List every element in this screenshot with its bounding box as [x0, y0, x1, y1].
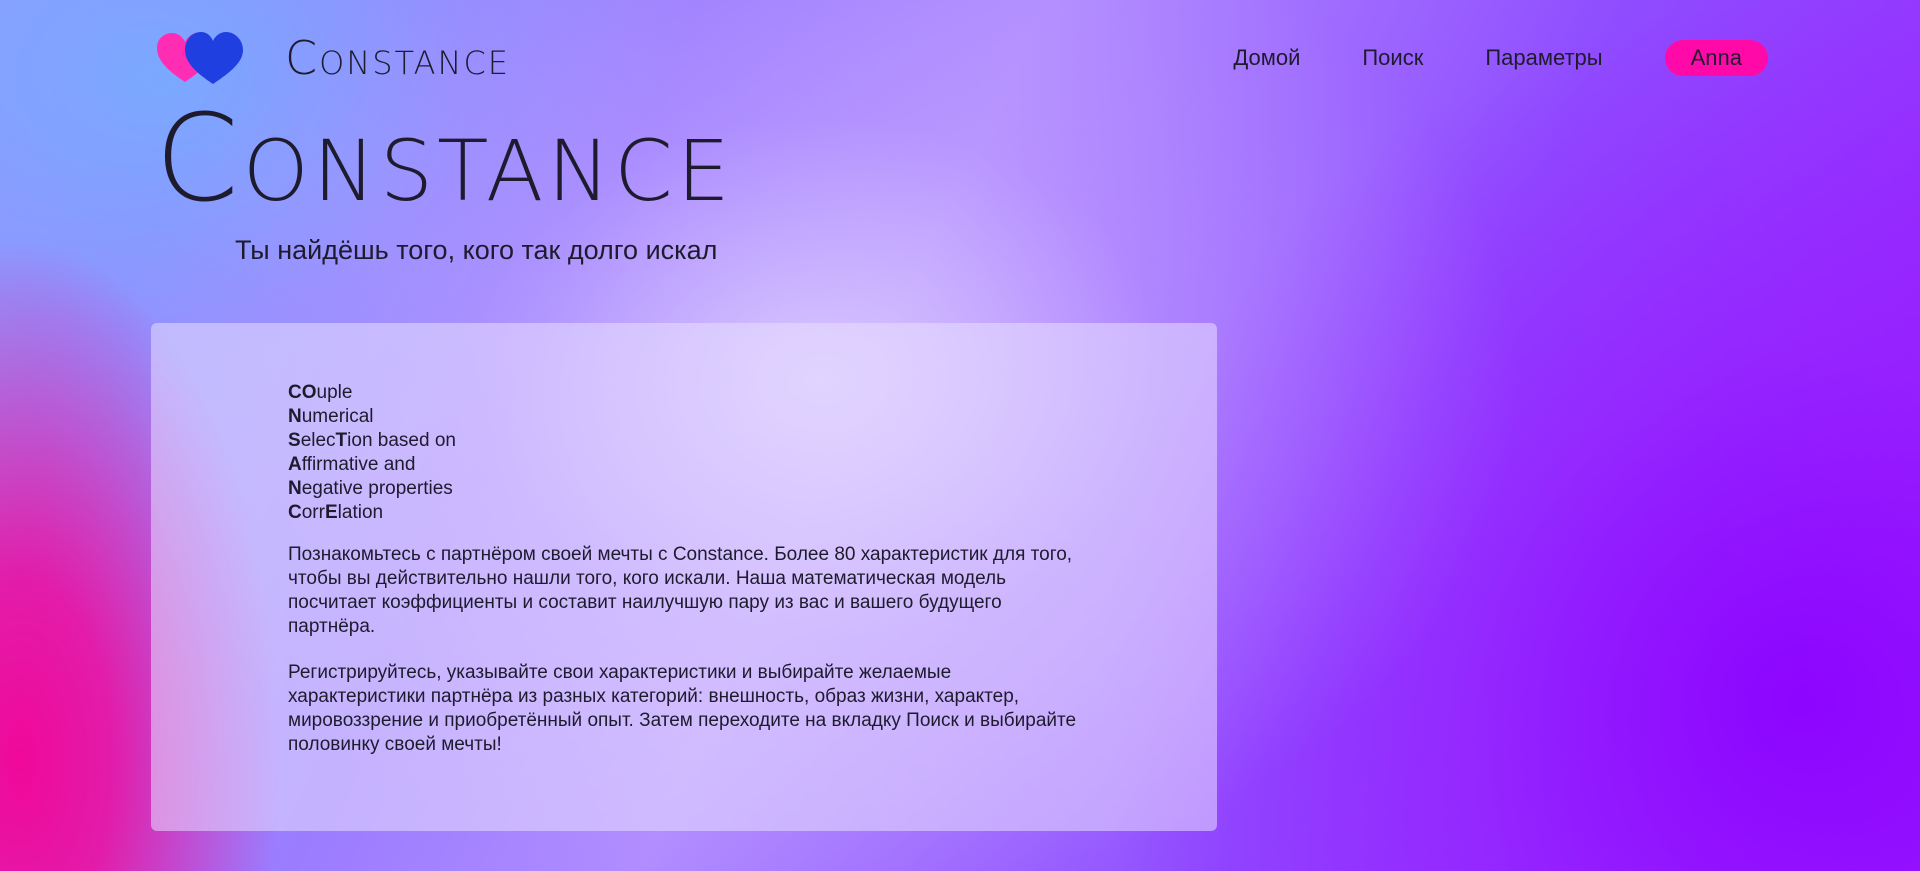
intro-paragraph: Познакомьтесь с партнёром своей мечты с … [288, 544, 1073, 637]
user-profile-button[interactable]: Anna [1664, 40, 1768, 76]
brand-name: Constance [285, 31, 511, 85]
nav-settings-link[interactable]: Параметры [1485, 45, 1602, 71]
hero-title: Constance [155, 90, 734, 229]
acronym-block: COuple Numerical SelecTion based on Affi… [288, 381, 456, 525]
logo[interactable]: Constance [155, 28, 510, 88]
acronym-line: COuple [288, 382, 353, 403]
nav-search-link[interactable]: Поиск [1362, 45, 1423, 71]
info-card: COuple Numerical SelecTion based on Affi… [151, 323, 1217, 831]
nav-home-link[interactable]: Домой [1233, 45, 1300, 71]
instructions-paragraph: Регистрируйтесь, указывайте свои характе… [288, 662, 1077, 755]
acronym-line: CorrElation [288, 502, 384, 523]
acronym-line: Affirmative and [288, 454, 416, 475]
hero-subtitle: Ты найдёшь того, кого так долго искал [235, 235, 718, 265]
acronym-line: Numerical [288, 406, 374, 427]
acronym-line: SelecTion based on [288, 430, 456, 451]
two-hearts-icon [157, 32, 243, 84]
acronym-line: Negative properties [288, 478, 453, 499]
main-nav: Домой Поиск Параметры Anna [1171, 40, 1768, 76]
